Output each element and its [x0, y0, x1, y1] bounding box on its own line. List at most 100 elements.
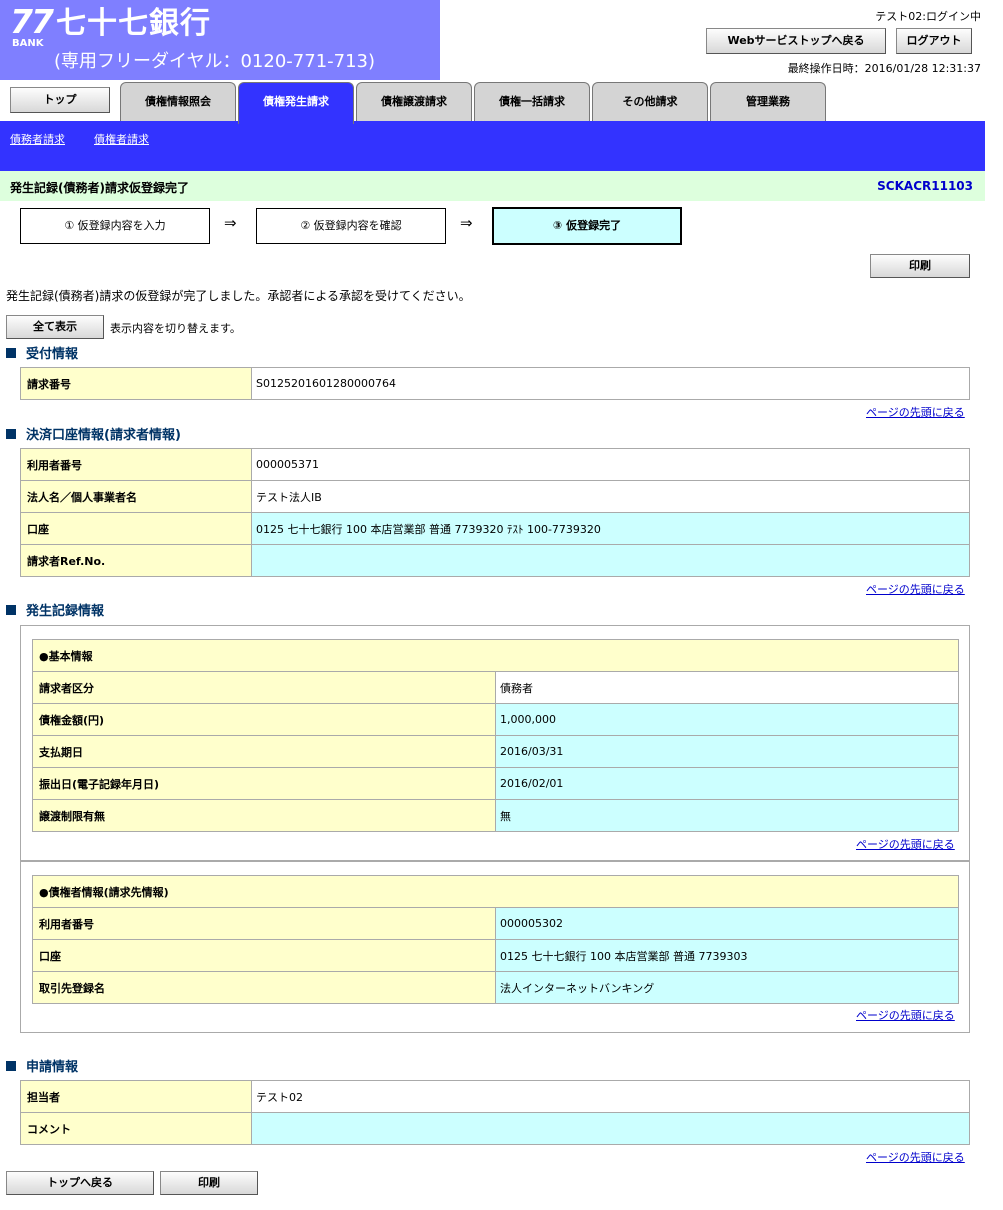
corp-name-label: 法人名／個人事業者名: [20, 480, 252, 513]
table-row: 債権金額(円) 1,000,000: [32, 703, 959, 736]
ref-no-label: 請求者Ref.No.: [20, 544, 252, 577]
table-row: 担当者 テスト02: [20, 1080, 970, 1113]
print-button-bottom[interactable]: 印刷: [160, 1171, 258, 1195]
creditor-account-value: 0125 七十七銀行 100 本店営業部 普通 7739303: [495, 939, 959, 972]
section-heading: 発生記録情報: [26, 604, 105, 619]
account-label: 口座: [20, 512, 252, 545]
comment-label: コメント: [20, 1112, 252, 1145]
table-row: コメント: [20, 1112, 970, 1145]
amount-value: 1,000,000: [495, 703, 959, 736]
section-square-icon: [6, 1061, 16, 1071]
basic-info-table: ●基本情報 請求者区分 債務者 債権金額(円) 1,000,000 支払期日 2…: [32, 639, 959, 832]
section-settlement: 決済口座情報(請求者情報): [6, 424, 181, 443]
creditor-account-label: 口座: [32, 939, 496, 972]
transfer-limit-value: 無: [495, 799, 959, 832]
step-input: ① 仮登録内容を入力: [20, 208, 210, 244]
table-row: 請求番号 S0125201601280000764: [20, 367, 970, 400]
section-heading: 決済口座情報(請求者情報): [26, 428, 181, 443]
creditor-user-no-value: 000005302: [495, 907, 959, 940]
section-heading: 申請情報: [26, 1060, 79, 1075]
subnav-debtor-request[interactable]: 債務者請求: [10, 131, 65, 147]
tab-top[interactable]: トップ: [10, 87, 110, 113]
reception-table: 請求番号 S0125201601280000764: [20, 367, 970, 400]
back-to-top-button[interactable]: トップへ戻る: [6, 1171, 154, 1195]
basic-info-heading: ●基本情報: [32, 639, 959, 672]
person-value: テスト02: [251, 1080, 970, 1113]
section-application: 申請情報: [6, 1056, 78, 1075]
bank-logo-banner: 77 BANK 七十七銀行 (専用フリーダイヤル：0120-771-713): [0, 0, 440, 80]
table-row: 支払期日 2016/03/31: [32, 735, 959, 768]
application-table: 担当者 テスト02 コメント: [20, 1080, 970, 1145]
requester-type-label: 請求者区分: [32, 671, 496, 704]
free-dial: (専用フリーダイヤル：0120-771-713): [54, 51, 376, 72]
bank-name: 七十七銀行: [56, 6, 211, 41]
table-row: 法人名／個人事業者名 テスト法人IB: [20, 480, 970, 513]
user-no-label: 利用者番号: [20, 448, 252, 481]
page-top-link[interactable]: ページの先頭に戻る: [856, 1007, 955, 1023]
sub-navigation: 債務者請求 債権者請求: [0, 121, 985, 171]
table-row: 譲渡制限有無 無: [32, 799, 959, 832]
table-row: 口座 0125 七十七銀行 100 本店営業部 普通 7739303: [32, 939, 959, 972]
table-row: 取引先登録名 法人インターネットバンキング: [32, 971, 959, 1004]
creditor-info-table: ●債権者情報(請求先情報) 利用者番号 000005302 口座 0125 七十…: [32, 875, 959, 1004]
comment-value: [251, 1112, 970, 1145]
amount-label: 債権金額(円): [32, 703, 496, 736]
person-label: 担当者: [20, 1080, 252, 1113]
completion-message: 発生記録(債務者)請求の仮登録が完了しました。承認者による承認を受けてください。: [6, 289, 471, 303]
last-operation-time: 最終操作日時：2016/01/28 12:31:37: [787, 62, 981, 75]
table-row: ●基本情報: [32, 639, 959, 672]
table-row: 振出日(電子記録年月日) 2016/02/01: [32, 767, 959, 800]
page-top-link[interactable]: ページの先頭に戻る: [866, 404, 965, 420]
logo-number: 77: [10, 2, 54, 41]
tab-management[interactable]: 管理業務: [710, 82, 826, 122]
requester-type-value: 債務者: [495, 671, 959, 704]
table-row: 請求者Ref.No.: [20, 544, 970, 577]
due-date-label: 支払期日: [32, 735, 496, 768]
user-no-value: 000005371: [251, 448, 970, 481]
page-top-link[interactable]: ページの先頭に戻る: [866, 581, 965, 597]
tab-claim-transfer[interactable]: 債権譲渡請求: [356, 82, 472, 122]
partner-name-label: 取引先登録名: [32, 971, 496, 1004]
section-square-icon: [6, 348, 16, 358]
switch-note: 表示内容を切り替えます。: [110, 322, 241, 335]
table-row: 利用者番号 000005371: [20, 448, 970, 481]
request-no-label: 請求番号: [20, 367, 252, 400]
show-all-button[interactable]: 全て表示: [6, 315, 104, 339]
step-complete: ③ 仮登録完了: [492, 207, 682, 245]
tab-bulk-request[interactable]: 債権一括請求: [474, 82, 590, 122]
table-row: 利用者番号 000005302: [32, 907, 959, 940]
tab-other-request[interactable]: その他請求: [592, 82, 708, 122]
logo-bank-text: BANK: [12, 38, 44, 49]
subnav-creditor-request[interactable]: 債権者請求: [94, 131, 149, 147]
page-top-link[interactable]: ページの先頭に戻る: [856, 836, 955, 852]
table-row: 口座 0125 七十七銀行 100 本店営業部 普通 7739320 ﾃｽﾄ 1…: [20, 512, 970, 545]
login-status: テスト02:ログイン中: [875, 10, 981, 23]
issue-date-value: 2016/02/01: [495, 767, 959, 800]
table-row: ●債権者情報(請求先情報): [32, 875, 959, 908]
request-no-value: S0125201601280000764: [251, 367, 970, 400]
tab-claim-issuance[interactable]: 債権発生請求: [238, 82, 354, 124]
corp-name-value: テスト法人IB: [251, 480, 970, 513]
section-heading: 受付情報: [26, 347, 79, 362]
step-arrow: ⇒: [224, 214, 237, 232]
ref-no-value: [251, 544, 970, 577]
partner-name-value: 法人インターネットバンキング: [495, 971, 959, 1004]
transfer-limit-label: 譲渡制限有無: [32, 799, 496, 832]
page-top-link[interactable]: ページの先頭に戻る: [866, 1149, 965, 1165]
account-value: 0125 七十七銀行 100 本店営業部 普通 7739320 ﾃｽﾄ 100-…: [251, 512, 970, 545]
web-service-top-button[interactable]: Webサービストップへ戻る: [706, 28, 886, 54]
section-square-icon: [6, 605, 16, 615]
logout-button[interactable]: ログアウト: [896, 28, 972, 54]
table-row: 請求者区分 債務者: [32, 671, 959, 704]
step-arrow: ⇒: [460, 214, 473, 232]
tab-claim-inquiry[interactable]: 債権情報照会: [120, 82, 236, 122]
section-reception: 受付情報: [6, 343, 78, 362]
screen-code: SCKACR11103: [877, 179, 973, 193]
page-title-bar: 発生記録(債務者)請求仮登録完了 SCKACR11103: [0, 171, 985, 201]
page-title: 発生記録(債務者)請求仮登録完了: [10, 181, 189, 195]
section-record: 発生記録情報: [6, 600, 104, 619]
print-button-top[interactable]: 印刷: [870, 254, 970, 278]
creditor-user-no-label: 利用者番号: [32, 907, 496, 940]
creditor-info-heading: ●債権者情報(請求先情報): [32, 875, 959, 908]
settlement-table: 利用者番号 000005371 法人名／個人事業者名 テスト法人IB 口座 01…: [20, 448, 970, 577]
